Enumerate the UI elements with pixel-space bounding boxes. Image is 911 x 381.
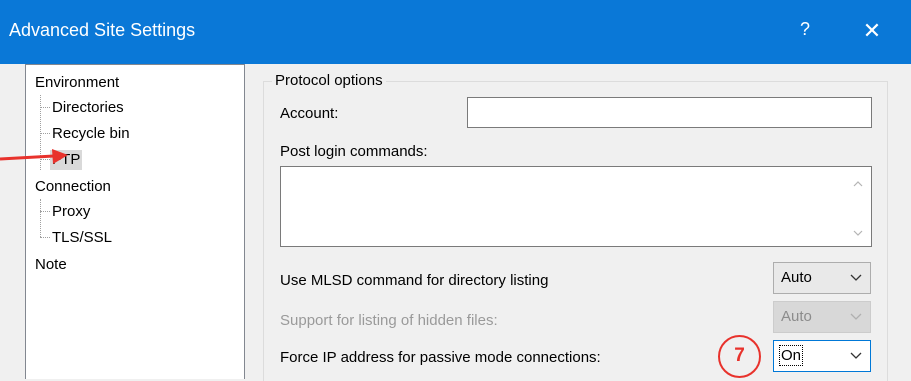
settings-tree: Environment Directories Recycle bin FTP … (25, 64, 245, 379)
tree-connector (40, 237, 50, 238)
tree-item-proxy[interactable]: Proxy (52, 202, 90, 222)
red-arrow-icon (0, 149, 68, 164)
help-button[interactable]: ? (790, 19, 820, 45)
tree-item-connection[interactable]: Connection (35, 177, 111, 197)
hidden-files-select: Auto (773, 301, 871, 333)
account-label: Account: (280, 105, 339, 122)
window-title: Advanced Site Settings (9, 20, 196, 40)
hidden-files-label: Support for listing of hidden files: (280, 312, 498, 329)
step-callout-badge: 7 (718, 335, 761, 378)
tree-item-directories[interactable]: Directories (52, 98, 124, 118)
chevron-down-icon (850, 274, 862, 281)
scroll-up-icon[interactable] (853, 179, 863, 189)
account-input[interactable] (467, 97, 872, 128)
protocol-options-title: Protocol options (272, 72, 386, 89)
tree-item-environment[interactable]: Environment (35, 73, 119, 93)
post-login-label: Post login commands: (280, 143, 428, 160)
post-login-commands-textarea[interactable] (280, 166, 872, 247)
mlsd-select[interactable]: Auto (773, 262, 871, 294)
scroll-down-icon[interactable] (853, 228, 863, 238)
hidden-files-select-value: Auto (781, 308, 812, 325)
tree-connector (40, 107, 50, 108)
mlsd-label: Use MLSD command for directory listing (280, 272, 549, 289)
tree-item-tls-ssl[interactable]: TLS/SSL (52, 228, 112, 248)
tree-connector (40, 133, 50, 134)
tree-connector (40, 199, 41, 237)
force-ip-label: Force IP address for passive mode connec… (280, 349, 601, 366)
force-ip-select-value: On (778, 345, 804, 366)
force-ip-select[interactable]: On (773, 340, 871, 372)
chevron-down-icon (850, 313, 862, 320)
tree-item-note[interactable]: Note (35, 255, 67, 275)
tree-connector (40, 211, 50, 212)
chevron-down-icon (850, 352, 862, 359)
close-button[interactable]: ✕ (852, 14, 892, 48)
title-bar: Advanced Site Settings ? ✕ (0, 0, 911, 64)
mlsd-select-value: Auto (781, 269, 812, 286)
tree-item-recycle-bin[interactable]: Recycle bin (52, 124, 130, 144)
